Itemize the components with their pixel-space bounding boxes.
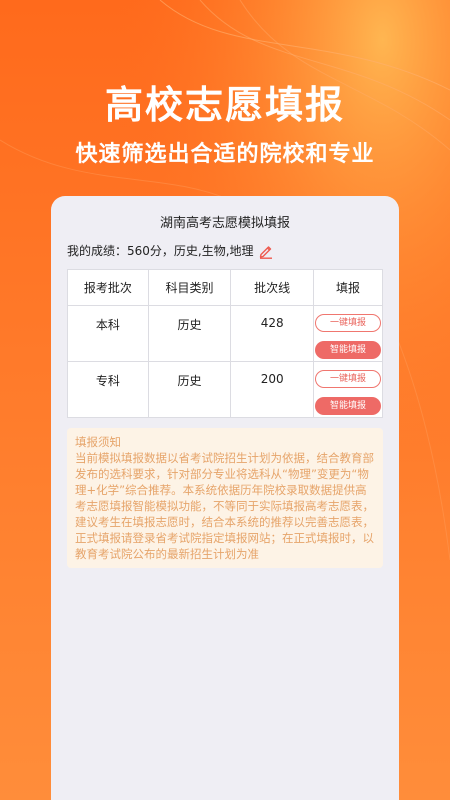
notice-title: 填报须知 bbox=[75, 435, 121, 449]
table-header-row: 报考批次 科目类别 批次线 填报 bbox=[67, 269, 383, 306]
cell-actions: 一键填报 智能填报 bbox=[313, 305, 383, 362]
simulation-card: 湖南高考志愿模拟填报 我的成绩：560分，历史,生物,地理 报考批次 科目类别 … bbox=[51, 196, 399, 800]
cell-batch: 专科 bbox=[67, 361, 149, 418]
column-header-batch: 报考批次 bbox=[67, 269, 149, 306]
notice-body: 当前模拟填报数据以省考试院招生计划为依据，结合教育部发布的选科要求，针对部分专业… bbox=[75, 451, 374, 561]
card-title: 湖南高考志愿模拟填报 bbox=[159, 216, 290, 231]
hero-subtitle: 快速筛选出合适的院校和专业 bbox=[75, 142, 375, 167]
table-row: 专科 历史 200 一键填报 智能填报 bbox=[67, 361, 383, 418]
smart-fill-button[interactable]: 智能填报 bbox=[315, 397, 381, 415]
cell-subject: 历史 bbox=[147, 361, 232, 418]
batch-table: 报考批次 科目类别 批次线 填报 本科 历史 428 一键填报 智能填报 专科 … bbox=[67, 269, 383, 418]
cell-batch: 本科 bbox=[67, 305, 149, 362]
one-click-fill-button[interactable]: 一键填报 bbox=[315, 314, 381, 332]
smart-fill-button[interactable]: 智能填报 bbox=[315, 341, 381, 359]
cell-line: 428 bbox=[230, 305, 314, 362]
column-header-action: 填报 bbox=[313, 269, 383, 306]
pencil-icon[interactable] bbox=[258, 243, 274, 259]
column-header-line: 批次线 bbox=[230, 269, 314, 306]
score-text: 我的成绩：560分，历史,生物,地理 bbox=[67, 244, 254, 258]
hero-title: 高校志愿填报 bbox=[104, 83, 345, 127]
cell-subject: 历史 bbox=[147, 305, 232, 362]
one-click-fill-button[interactable]: 一键填报 bbox=[315, 370, 381, 388]
cell-actions: 一键填报 智能填报 bbox=[313, 361, 383, 418]
score-line: 我的成绩：560分，历史,生物,地理 bbox=[67, 242, 274, 259]
table-row: 本科 历史 428 一键填报 智能填报 bbox=[67, 305, 383, 362]
cell-line: 200 bbox=[230, 361, 314, 418]
column-header-subject: 科目类别 bbox=[147, 269, 232, 306]
notice-box: 填报须知 当前模拟填报数据以省考试院招生计划为依据，结合教育部发布的选科要求，针… bbox=[67, 428, 383, 568]
